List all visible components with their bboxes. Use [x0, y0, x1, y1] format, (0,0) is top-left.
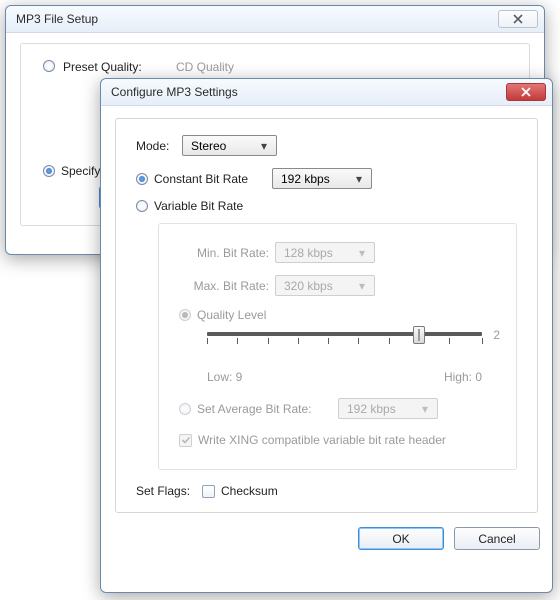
xing-checkbox: [179, 434, 192, 447]
chevron-down-icon: ▾: [354, 279, 370, 293]
configure-mp3-settings-window: Configure MP3 Settings Mode: Stereo ▾ Co…: [100, 78, 553, 593]
preset-quality-radio[interactable]: [43, 60, 55, 72]
cbr-radio[interactable]: [136, 173, 148, 185]
max-bitrate-select: 320 kbps ▾: [275, 275, 375, 296]
mode-value: Stereo: [191, 139, 226, 153]
checksum-checkbox[interactable]: [202, 485, 215, 498]
close-button[interactable]: [506, 83, 546, 101]
close-icon: [512, 14, 524, 24]
vbr-label: Variable Bit Rate: [154, 199, 243, 213]
specify-radio[interactable]: [43, 165, 55, 177]
max-bitrate-value: 320 kbps: [284, 279, 333, 293]
quality-level-label: Quality Level: [197, 308, 266, 322]
preset-quality-label: Preset Quality:: [63, 60, 168, 74]
mode-select[interactable]: Stereo ▾: [182, 135, 277, 156]
xing-label: Write XING compatible variable bit rate …: [198, 433, 446, 447]
cbr-label: Constant Bit Rate: [154, 172, 266, 186]
avg-bitrate-radio: [179, 403, 191, 415]
ok-button[interactable]: OK: [358, 527, 444, 550]
avg-bitrate-select: 192 kbps ▾: [338, 398, 438, 419]
preset-quality-value: CD Quality: [176, 60, 369, 74]
quality-high-label: High: 0: [444, 370, 482, 384]
mode-label: Mode:: [136, 139, 176, 153]
titlebar: MP3 File Setup: [6, 6, 544, 33]
checksum-label: Checksum: [221, 484, 278, 498]
cbr-select[interactable]: 192 kbps ▾: [272, 168, 372, 189]
window-title: Configure MP3 Settings: [111, 85, 238, 99]
chevron-down-icon: ▾: [354, 246, 370, 260]
quality-level-value: 2: [493, 328, 500, 342]
quality-level-radio: [179, 309, 191, 321]
chevron-down-icon: ▾: [417, 402, 433, 416]
dialog-buttons: OK Cancel: [101, 521, 552, 562]
titlebar: Configure MP3 Settings: [101, 79, 552, 106]
cancel-button[interactable]: Cancel: [454, 527, 540, 550]
avg-bitrate-value: 192 kbps: [347, 402, 396, 416]
specify-label: Specify: [61, 164, 100, 178]
chevron-down-icon: ▾: [351, 172, 367, 186]
min-bitrate-select: 128 kbps ▾: [275, 242, 375, 263]
slider-thumb: [413, 326, 425, 344]
quality-low-label: Low: 9: [207, 370, 242, 384]
min-bitrate-label: Min. Bit Rate:: [179, 246, 269, 260]
check-icon: [181, 435, 191, 445]
avg-bitrate-label: Set Average Bit Rate:: [197, 402, 332, 416]
window-title: MP3 File Setup: [16, 12, 98, 26]
max-bitrate-label: Max. Bit Rate:: [179, 279, 269, 293]
close-button[interactable]: [498, 10, 538, 28]
settings-groupbox: Mode: Stereo ▾ Constant Bit Rate 192 kbp…: [115, 118, 538, 513]
set-flags-label: Set Flags:: [136, 484, 196, 498]
cbr-value: 192 kbps: [281, 172, 330, 186]
chevron-down-icon: ▾: [256, 139, 272, 153]
vbr-groupbox: Min. Bit Rate: 128 kbps ▾ Max. Bit Rate:…: [158, 223, 517, 470]
min-bitrate-value: 128 kbps: [284, 246, 333, 260]
vbr-radio[interactable]: [136, 200, 148, 212]
close-icon: [520, 87, 532, 97]
quality-level-slider: 2: [207, 326, 482, 366]
